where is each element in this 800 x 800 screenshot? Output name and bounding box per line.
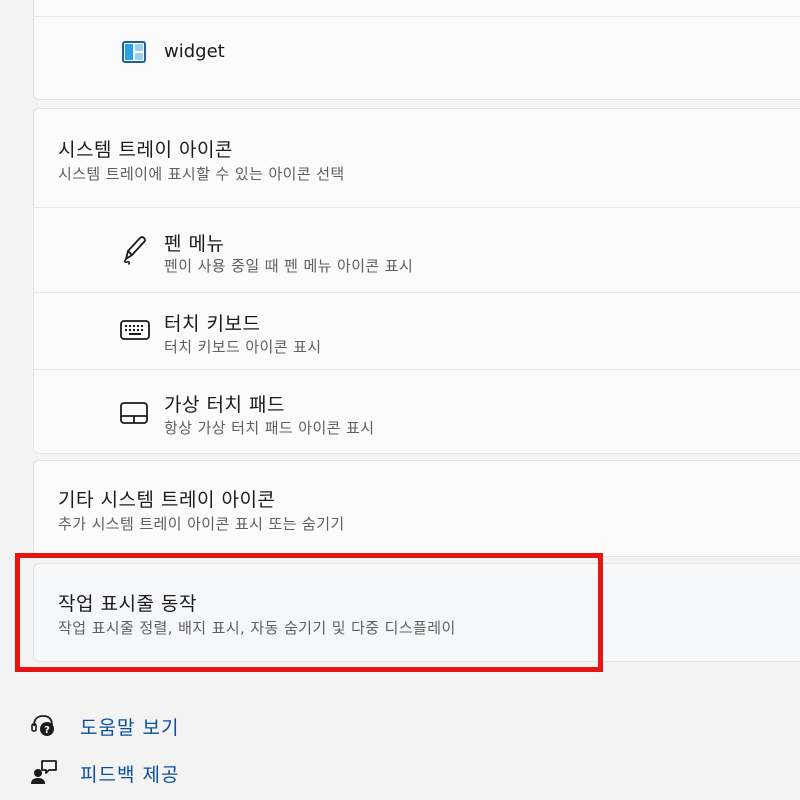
other-tray-title: 기타 시스템 트레이 아이콘 — [58, 489, 276, 511]
widget-card: widget — [33, 0, 800, 100]
touchpad-icon — [120, 402, 148, 424]
feedback-label: 피드백 제공 — [80, 764, 180, 786]
feedback-icon — [30, 759, 58, 789]
system-tray-title: 시스템 트레이 아이콘 — [58, 139, 233, 161]
other-tray-icons-card[interactable]: 기타 시스템 트레이 아이콘 추가 시스템 트레이 아이콘 표시 또는 숨기기 — [33, 460, 800, 557]
taskbar-settings-page: widget 시스템 트레이 아이콘 시스템 트레이에 표시할 수 있는 아이콘… — [0, 0, 800, 800]
widget-icon — [122, 41, 146, 63]
taskbar-behaviors-title: 작업 표시줄 동작 — [58, 593, 197, 615]
virtual-touchpad-row[interactable]: 가상 터치 패드 항상 가상 터치 패드 아이콘 표시 — [33, 369, 800, 454]
taskbar-behaviors-card[interactable]: 작업 표시줄 동작 작업 표시줄 정렬, 배지 표시, 자동 숨기기 및 다중 … — [33, 563, 800, 662]
taskbar-behaviors-subtitle: 작업 표시줄 정렬, 배지 표시, 자동 숨기기 및 다중 디스플레이 — [58, 619, 456, 637]
touch-keyboard-row[interactable]: 터치 키보드 터치 키보드 아이콘 표시 — [33, 292, 800, 370]
other-tray-subtitle: 추가 시스템 트레이 아이콘 표시 또는 숨기기 — [58, 515, 345, 533]
system-tray-subtitle: 시스템 트레이에 표시할 수 있는 아이콘 선택 — [58, 165, 345, 183]
touch-keyboard-title: 터치 키보드 — [164, 313, 261, 335]
svg-text:?: ? — [44, 725, 50, 736]
pen-menu-title: 펜 메뉴 — [164, 233, 225, 255]
widget-label: widget — [164, 41, 225, 62]
help-link[interactable]: ? 도움말 보기 — [0, 708, 260, 742]
virtual-touchpad-title: 가상 터치 패드 — [164, 394, 285, 416]
keyboard-icon — [120, 320, 150, 340]
pen-menu-row[interactable]: 펜 메뉴 펜이 사용 중일 때 펜 메뉴 아이콘 표시 — [33, 207, 800, 293]
help-label: 도움말 보기 — [80, 717, 180, 739]
help-icon: ? — [30, 712, 56, 742]
pen-icon — [120, 233, 148, 265]
pen-menu-subtitle: 펜이 사용 중일 때 펜 메뉴 아이콘 표시 — [164, 257, 414, 275]
widget-row[interactable]: widget — [34, 17, 800, 100]
feedback-link[interactable]: 피드백 제공 — [0, 755, 260, 789]
virtual-touchpad-subtitle: 항상 가상 터치 패드 아이콘 표시 — [164, 419, 375, 437]
system-tray-card[interactable]: 시스템 트레이 아이콘 시스템 트레이에 표시할 수 있는 아이콘 선택 — [33, 108, 800, 208]
touch-keyboard-subtitle: 터치 키보드 아이콘 표시 — [164, 338, 322, 356]
